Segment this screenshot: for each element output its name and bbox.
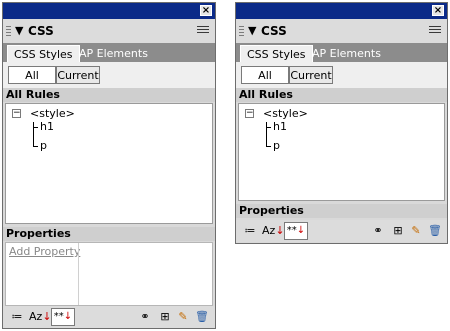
attach-stylesheet-icon[interactable]: ⚭: [137, 310, 153, 324]
add-property-link[interactable]: Add Property: [9, 245, 80, 258]
new-rule-icon[interactable]: ⊞: [157, 310, 173, 324]
collapse-tree-icon[interactable]: −: [12, 109, 21, 118]
close-icon[interactable]: ×: [432, 5, 444, 16]
tree-branch-line: [33, 127, 38, 128]
rule-style[interactable]: <style>: [30, 107, 75, 120]
set-properties-icon[interactable]: **↓: [284, 222, 308, 240]
tab-ap-elements[interactable]: AP Elements: [306, 45, 387, 62]
category-view-icon[interactable]: ≔: [9, 310, 25, 324]
properties-toolbar: ≔ Az↓ **↓ ⚭ ⊞ ✎ 🗑: [236, 220, 447, 242]
alpha-sort-label: Az: [29, 310, 43, 323]
alpha-sort-label: Az: [262, 224, 276, 237]
all-rules-label: All Rules: [3, 88, 215, 102]
delete-rule-icon[interactable]: 🗑: [194, 310, 210, 324]
all-rules-label: All Rules: [236, 88, 447, 102]
alpha-sort-icon[interactable]: Az↓: [29, 310, 52, 324]
edit-rule-icon[interactable]: ✎: [175, 310, 191, 324]
tree-branch-line: [266, 127, 271, 128]
panel-titlebar[interactable]: ×: [236, 3, 447, 19]
tree-branch-line: [266, 122, 267, 147]
properties-label: Properties: [236, 204, 447, 218]
collapse-arrow-icon[interactable]: ▼: [248, 24, 256, 37]
grid-divider: [78, 243, 79, 305]
css-panel-expanded: × ▼ CSS CSS Styles AP Elements All Curre…: [2, 2, 216, 329]
category-view-icon[interactable]: ≔: [242, 224, 258, 238]
delete-rule-icon[interactable]: 🗑: [427, 224, 443, 238]
gripper-icon[interactable]: [239, 26, 244, 36]
set-properties-label: **: [286, 225, 297, 236]
properties-grid[interactable]: Add Property: [5, 242, 213, 306]
css-panel-compact: × ▼ CSS CSS Styles AP Elements All Curre…: [235, 2, 448, 244]
panel-tabs: CSS Styles AP Elements: [3, 43, 215, 62]
panel-titlebar[interactable]: ×: [3, 3, 215, 19]
tree-branch-line: [266, 146, 271, 147]
mode-bar: All Current: [3, 62, 215, 88]
properties-toolbar: ≔ Az↓ **↓ ⚭ ⊞ ✎ 🗑: [3, 306, 215, 328]
close-icon[interactable]: ×: [200, 5, 212, 16]
attach-stylesheet-icon[interactable]: ⚭: [370, 224, 386, 238]
panel-tabs: CSS Styles AP Elements: [236, 43, 447, 62]
all-mode-button[interactable]: All: [241, 66, 289, 84]
collapse-arrow-icon[interactable]: ▼: [15, 24, 23, 37]
rules-tree[interactable]: − <style> h1 p: [238, 103, 445, 201]
properties-label: Properties: [3, 227, 215, 241]
rule-p[interactable]: p: [40, 139, 47, 152]
panel-header[interactable]: ▼ CSS: [236, 19, 447, 43]
alpha-sort-icon[interactable]: Az↓: [262, 224, 285, 238]
panel-title: CSS: [261, 24, 287, 38]
edit-rule-icon[interactable]: ✎: [408, 224, 424, 238]
options-menu-icon[interactable]: [429, 26, 441, 35]
set-properties-icon[interactable]: **↓: [51, 308, 75, 326]
rule-p[interactable]: p: [273, 139, 280, 152]
all-mode-button[interactable]: All: [8, 66, 56, 84]
rule-style[interactable]: <style>: [263, 107, 308, 120]
rule-h1[interactable]: h1: [273, 120, 287, 133]
tree-branch-line: [33, 146, 38, 147]
mode-bar: All Current: [236, 62, 447, 88]
tab-ap-elements[interactable]: AP Elements: [73, 45, 154, 62]
tree-branch-line: [33, 122, 34, 147]
tab-css-styles[interactable]: CSS Styles: [7, 45, 80, 62]
current-mode-button[interactable]: Current: [56, 66, 100, 84]
rule-h1[interactable]: h1: [40, 120, 54, 133]
current-mode-button[interactable]: Current: [289, 66, 333, 84]
options-menu-icon[interactable]: [197, 26, 209, 35]
panel-header[interactable]: ▼ CSS: [3, 19, 215, 43]
new-rule-icon[interactable]: ⊞: [390, 224, 406, 238]
rules-tree[interactable]: − <style> h1 p: [5, 103, 213, 224]
set-properties-label: **: [53, 311, 64, 322]
tab-css-styles[interactable]: CSS Styles: [240, 45, 313, 62]
collapse-tree-icon[interactable]: −: [245, 109, 254, 118]
gripper-icon[interactable]: [6, 26, 11, 36]
panel-title: CSS: [28, 24, 54, 38]
